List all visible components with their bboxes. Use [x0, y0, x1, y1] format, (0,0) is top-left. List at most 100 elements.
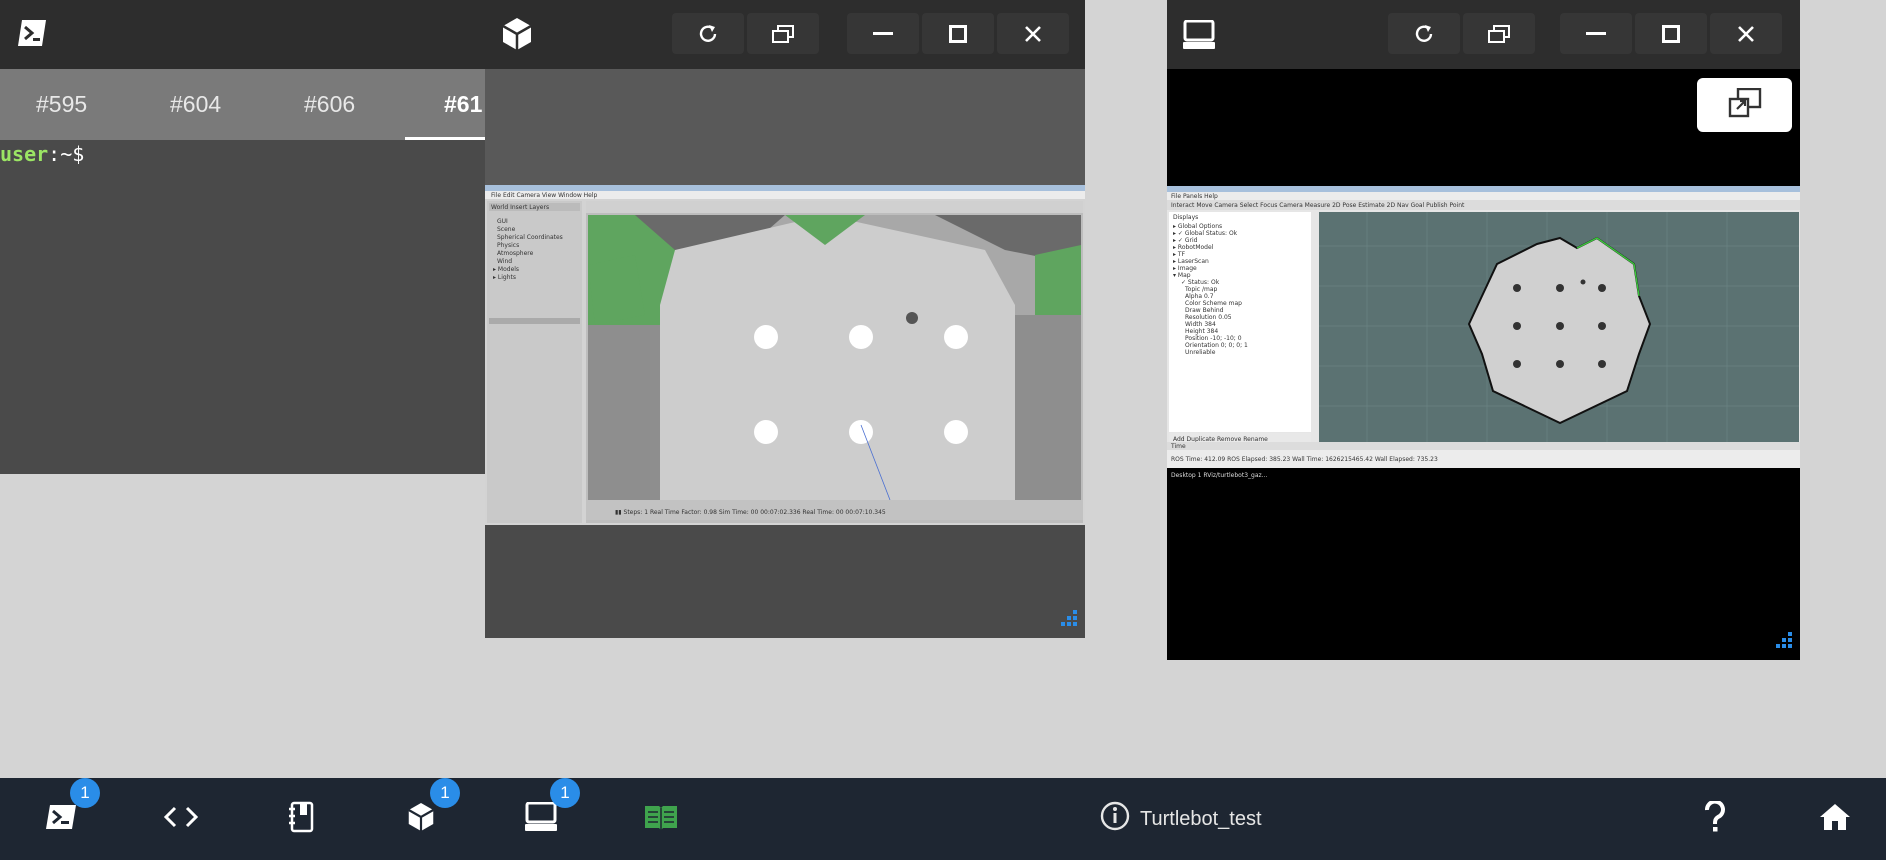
- svg-text:▸ RobotModel: ▸ RobotModel: [1173, 244, 1214, 251]
- project-info[interactable]: Turtlebot_test: [1100, 801, 1262, 837]
- terminal-icon: [44, 803, 78, 836]
- help-button[interactable]: [1692, 796, 1738, 842]
- notebook-icon: [288, 801, 314, 838]
- svg-text:GUI: GUI: [497, 218, 508, 225]
- terminal-tab-bar: #595 #604 #606 #61: [0, 69, 485, 140]
- svg-text:ROS Time: 412.09 ROS Elaps: ROS Time: 412.09 ROS Elapsed: 385.23 Wal…: [1171, 456, 1438, 463]
- svg-text:Displays: Displays: [1173, 214, 1198, 221]
- svg-text:▮▮ Steps: 1 Real Time Fact: ▮▮ Steps: 1 Real Time Factor: 0.98 Sim T…: [615, 509, 886, 516]
- expand-window-icon: [1728, 87, 1762, 123]
- notification-badge: 1: [430, 778, 460, 808]
- prompt-user: user: [0, 142, 49, 166]
- taskbar: 1 1 1 Turtlebot_test: [0, 778, 1886, 860]
- rviz-titlebar[interactable]: [1167, 0, 1800, 69]
- taskbar-code-editor-button[interactable]: [158, 796, 204, 842]
- windows-icon: [772, 24, 794, 43]
- svg-text:▸ ✓ Global Status: Ok: ▸ ✓ Global Status: Ok: [1173, 230, 1238, 237]
- svg-text:File Edit Camera View Wind: File Edit Camera View Window Help: [491, 192, 598, 199]
- rviz-window[interactable]: File Panels Help Interact Move Camera Se…: [1167, 0, 1800, 660]
- taskbar-terminal-button[interactable]: 1: [38, 778, 100, 842]
- desktop-icon: [1183, 19, 1215, 55]
- restore-layout-button[interactable]: [1463, 13, 1535, 54]
- shell-prompt[interactable]: user:~$: [0, 142, 84, 166]
- terminal-icon: [16, 17, 48, 54]
- open-book-icon: [643, 803, 679, 836]
- terminal-titlebar[interactable]: [0, 0, 485, 69]
- taskbar-gazebo-button[interactable]: 1: [398, 778, 460, 842]
- svg-text:✓ Status: Ok: ✓ Status: Ok: [1181, 279, 1220, 286]
- refresh-button[interactable]: [672, 13, 744, 54]
- taskbar-notebook-button[interactable]: [278, 796, 324, 842]
- terminal-window[interactable]: #595 #604 #606 #61 user:~$: [0, 0, 485, 474]
- terminal-tab[interactable]: #595: [36, 69, 87, 140]
- refresh-icon: [697, 23, 719, 45]
- taskbar-book-button[interactable]: [638, 796, 684, 842]
- gazebo-titlebar[interactable]: [485, 0, 1085, 69]
- close-icon: [1024, 25, 1042, 43]
- resize-grip-icon[interactable]: [1772, 632, 1796, 656]
- svg-text:▸ TF: ▸ TF: [1173, 251, 1186, 258]
- svg-text:Desktop 1 RViz/turtlebot3_ga: Desktop 1 RViz/turtlebot3_gaz...: [1171, 472, 1267, 479]
- svg-text:File Panels Help: File Panels Help: [1171, 193, 1218, 200]
- svg-text:▸ Image: ▸ Image: [1173, 265, 1197, 272]
- minimize-button[interactable]: [847, 13, 919, 54]
- code-brackets-icon: [163, 806, 199, 833]
- gazebo-cube-icon: [501, 17, 533, 56]
- home-button[interactable]: [1812, 796, 1858, 842]
- svg-text:Color Scheme map: Color Scheme map: [1185, 300, 1242, 307]
- rviz-remote-display[interactable]: File Panels Help Interact Move Camera Se…: [1167, 186, 1800, 541]
- svg-text:Orientation 0; 0; 0; 1: Orientation 0; 0; 0; 1: [1185, 342, 1248, 349]
- prompt-path: :~$: [48, 142, 85, 166]
- project-name: Turtlebot_test: [1140, 807, 1262, 830]
- taskbar-desktop-button[interactable]: 1: [518, 778, 580, 842]
- svg-text:Add Duplicate Remove Re: Add Duplicate Remove Rename: [1173, 436, 1268, 443]
- fullscreen-button[interactable]: [1697, 78, 1792, 132]
- resize-grip-icon[interactable]: [1057, 610, 1081, 634]
- svg-text:▸ LaserScan: ▸ LaserScan: [1173, 258, 1209, 265]
- gazebo-remote-display[interactable]: File Edit Camera View Window Help World …: [485, 185, 1085, 525]
- svg-text:▸ ✓ Grid: ▸ ✓ Grid: [1173, 237, 1198, 244]
- svg-text:World Insert Layers: World Insert Layers: [491, 204, 549, 211]
- maximize-button[interactable]: [922, 13, 994, 54]
- active-tab-indicator: [405, 137, 485, 140]
- svg-text:▸ Models: ▸ Models: [493, 266, 519, 273]
- close-button[interactable]: [1710, 13, 1782, 54]
- svg-text:Unreliable: Unreliable: [1185, 349, 1216, 356]
- terminal-tab[interactable]: #606: [304, 69, 355, 140]
- windows-icon: [1488, 24, 1510, 43]
- svg-text:Scene: Scene: [497, 226, 516, 233]
- notification-badge: 1: [70, 778, 100, 808]
- terminal-tab[interactable]: #604: [170, 69, 221, 140]
- gazebo-window[interactable]: File Edit Camera View Window Help World …: [485, 0, 1085, 638]
- gazebo-lower-area: [485, 525, 1085, 638]
- svg-text:Height 384: Height 384: [1185, 328, 1218, 335]
- minimize-icon: [873, 31, 893, 36]
- refresh-icon: [1413, 23, 1435, 45]
- maximize-icon: [1662, 24, 1680, 43]
- svg-text:Interact Move Camera Selec: Interact Move Camera Select Focus Camera…: [1171, 202, 1465, 209]
- minimize-icon: [1586, 31, 1606, 36]
- maximize-button[interactable]: [1635, 13, 1707, 54]
- svg-text:Alpha 0.7: Alpha 0.7: [1185, 293, 1214, 300]
- svg-text:Position -10; -10; 0: Position -10; -10; 0: [1185, 335, 1242, 342]
- svg-text:▸ Global Options: ▸ Global Options: [1173, 223, 1222, 230]
- svg-text:Spherical Coordinates: Spherical Coordinates: [497, 234, 563, 241]
- terminal-tab-active[interactable]: #61: [444, 69, 482, 140]
- info-icon: [1100, 801, 1130, 837]
- svg-text:Physics: Physics: [497, 242, 519, 249]
- svg-text:Topic /map: Topic /map: [1184, 286, 1218, 293]
- desktop-icon: [525, 801, 557, 837]
- close-button[interactable]: [997, 13, 1069, 54]
- maximize-icon: [949, 24, 967, 43]
- svg-text:▾ Map: ▾ Map: [1173, 272, 1191, 279]
- svg-text:Width 384: Width 384: [1185, 321, 1216, 328]
- refresh-button[interactable]: [1388, 13, 1460, 54]
- home-icon: [1819, 803, 1851, 836]
- svg-text:Resolution 0.05: Resolution 0.05: [1185, 314, 1232, 321]
- svg-text:Time: Time: [1170, 443, 1186, 450]
- restore-layout-button[interactable]: [747, 13, 819, 54]
- close-icon: [1737, 25, 1755, 43]
- minimize-button[interactable]: [1560, 13, 1632, 54]
- gazebo-cube-icon: [407, 802, 435, 837]
- svg-text:Draw Behind: Draw Behind: [1185, 307, 1224, 314]
